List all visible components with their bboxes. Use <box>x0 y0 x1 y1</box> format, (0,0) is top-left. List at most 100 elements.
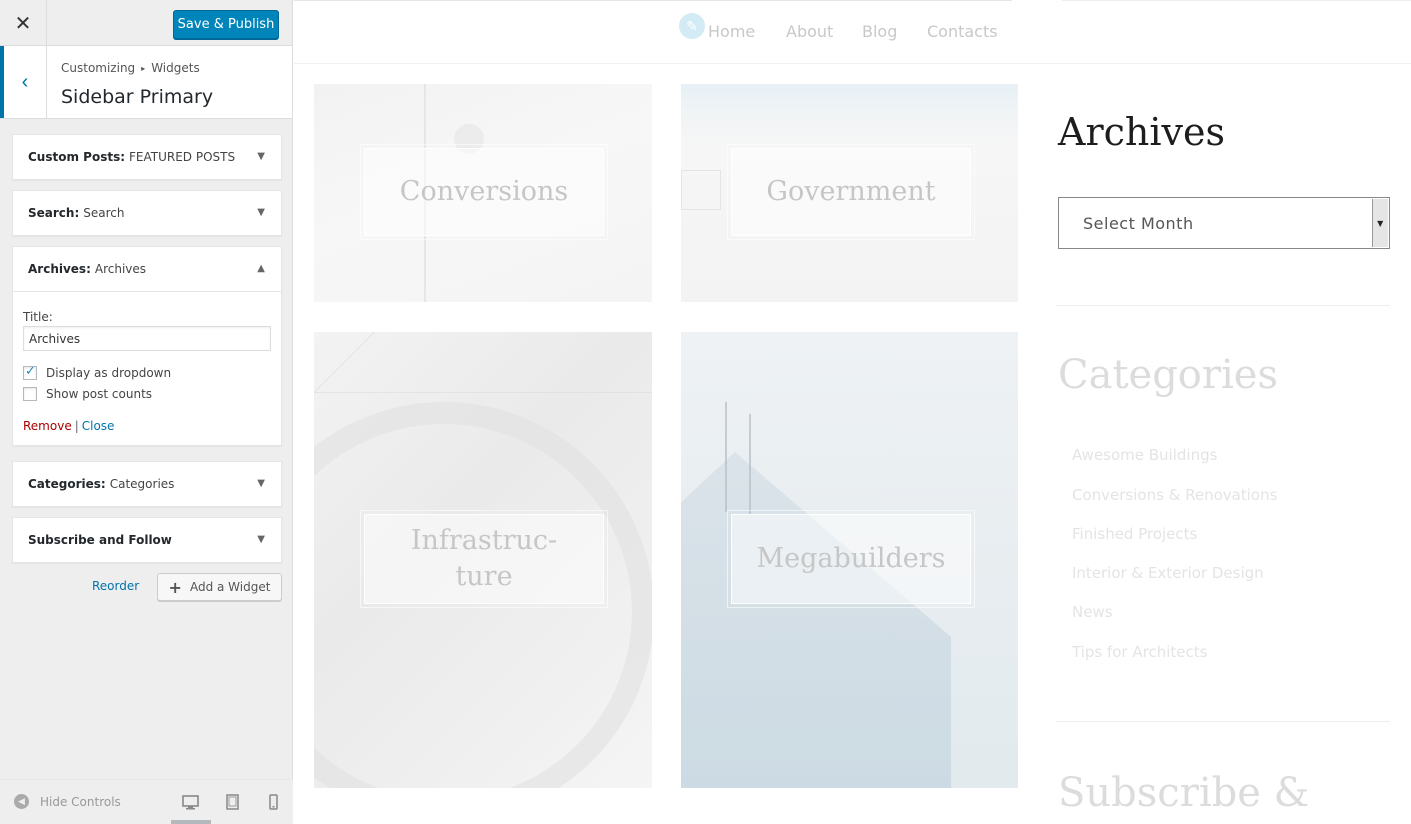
expand-arrow-icon[interactable]: ▼ <box>257 534 265 545</box>
widget-header[interactable]: Custom Posts: FEATURED POSTS ▼ <box>13 135 281 179</box>
category-link[interactable]: Awesome Buildings <box>1072 446 1217 464</box>
widget-categories: Categories: Categories ▼ <box>12 461 282 507</box>
dropdown-checkbox[interactable] <box>23 364 37 380</box>
archives-month-select[interactable]: Select Month ▼ <box>1058 197 1390 249</box>
remove-link[interactable]: Remove <box>23 419 72 433</box>
customizer-header: ✕ Save & Publish <box>0 0 292 46</box>
widget-subscribe-follow: Subscribe and Follow ▼ <box>12 517 282 563</box>
actions-separator: | <box>74 419 79 433</box>
tile-decoration <box>725 402 727 512</box>
nav-about[interactable]: About <box>786 22 833 41</box>
hide-controls-label: Hide Controls <box>40 794 121 809</box>
desktop-preview-icon[interactable] <box>181 793 199 811</box>
hide-controls-icon: ◀ <box>14 794 29 809</box>
widget-type: Search: <box>28 206 80 220</box>
widget-title: FEATURED POSTS <box>129 150 236 164</box>
tablet-preview-icon[interactable] <box>223 793 241 811</box>
widget-divider <box>1056 721 1390 722</box>
category-link[interactable]: News <box>1072 603 1113 621</box>
post-counts-label: Show post counts <box>46 387 153 401</box>
select-placeholder: Select Month <box>1083 213 1194 233</box>
widget-archives: Archives: Archives ▲ Title: Archives Dis… <box>12 246 282 446</box>
expand-arrow-icon[interactable]: ▼ <box>257 478 265 489</box>
add-widget-button[interactable]: + Add a Widget <box>157 573 282 601</box>
nav-blog[interactable]: Blog <box>862 22 897 41</box>
save-publish-button[interactable]: Save & Publish <box>173 10 279 39</box>
plus-icon: + <box>168 577 182 597</box>
widget-title: Categories <box>109 477 175 491</box>
category-link[interactable]: Conversions & Renovations <box>1072 486 1277 504</box>
category-tile-conversions[interactable]: Conversions <box>314 84 652 302</box>
mobile-preview-icon[interactable] <box>264 793 282 811</box>
nav-home[interactable]: Home <box>708 22 755 41</box>
tile-label-text: Megabuilders <box>756 543 946 574</box>
widget-header[interactable]: Categories: Categories ▼ <box>13 462 281 506</box>
category-tile-infrastructure[interactable]: Infrastruc- ture <box>314 332 652 788</box>
widget-title: Archives <box>94 262 147 276</box>
expand-arrow-icon[interactable]: ▼ <box>257 207 265 218</box>
widget-header[interactable]: Archives: Archives ▲ <box>13 247 281 291</box>
widget-type: Archives: <box>28 262 91 276</box>
dropdown-arrow-icon[interactable]: ▼ <box>1372 199 1388 247</box>
add-widget-label: Add a Widget <box>189 580 271 594</box>
dropdown-label: Display as dropdown <box>46 366 172 380</box>
post-counts-checkbox[interactable] <box>23 387 37 401</box>
breadcrumb-current: Widgets <box>151 61 200 75</box>
widget-search: Search: Search ▼ <box>12 190 282 236</box>
breadcrumb-root: Customizing <box>61 61 136 75</box>
widget-header[interactable]: Subscribe and Follow ▼ <box>13 518 281 562</box>
tile-decoration <box>314 392 652 393</box>
categories-widget-title: Categories <box>1058 352 1278 398</box>
tile-label-text: Government <box>766 176 936 207</box>
active-device-indicator <box>171 820 211 824</box>
tile-label-line: Infrastruc- <box>410 525 558 556</box>
tile-decoration <box>314 332 375 418</box>
site-preview: ✎ Home About Blog Contacts Conversions G… <box>294 0 1411 824</box>
widget-type: Categories: <box>28 477 106 491</box>
widget-header[interactable]: Search: Search ▼ <box>13 191 281 235</box>
customizer-footer: ◀ Hide Controls <box>0 779 293 824</box>
edit-pencil-icon[interactable]: ✎ <box>677 11 707 41</box>
tile-label: Conversions <box>360 144 608 240</box>
post-counts-option: Show post counts <box>23 387 271 401</box>
dropdown-option: Display as dropdown <box>23 364 271 380</box>
category-link[interactable]: Finished Projects <box>1072 525 1197 543</box>
reorder-link[interactable]: Reorder <box>92 579 139 593</box>
tile-label: Infrastruc- ture <box>360 510 608 608</box>
site-nav: ✎ Home About Blog Contacts <box>294 0 1411 64</box>
nav-top-border <box>1062 0 1411 1</box>
hide-controls-button[interactable]: ◀ Hide Controls <box>14 794 121 809</box>
tile-label-line: ture <box>455 561 513 592</box>
title-input[interactable]: Archives <box>23 326 271 351</box>
expand-arrow-icon[interactable]: ▼ <box>257 151 265 162</box>
archives-widget-title: Archives <box>1058 110 1225 154</box>
widget-custom-posts: Custom Posts: FEATURED POSTS ▼ <box>12 134 282 180</box>
widget-type: Subscribe and Follow <box>28 533 172 547</box>
customizer-controls: ✕ Save & Publish ‹ Customizing ▸ Widgets S… <box>0 0 293 824</box>
close-link[interactable]: Close <box>82 419 115 433</box>
collapse-arrow-icon[interactable]: ▲ <box>257 263 265 274</box>
back-icon[interactable]: ‹ <box>0 46 47 118</box>
category-tile-government[interactable]: Government <box>681 84 1018 302</box>
tile-decoration <box>749 414 751 514</box>
category-link[interactable]: Interior & Exterior Design <box>1072 564 1264 582</box>
tile-decoration <box>681 170 721 210</box>
nav-top-border <box>294 0 1012 1</box>
tile-label-text: Conversions <box>399 176 569 207</box>
subscribe-widget-title: Subscribe & <box>1058 770 1310 816</box>
close-icon[interactable]: ✕ <box>0 0 47 46</box>
category-tile-megabuilders[interactable]: Megabuilders <box>681 332 1018 788</box>
widget-type: Custom Posts: <box>28 150 126 164</box>
widget-divider <box>1056 305 1390 306</box>
title-label: Title: <box>23 310 53 324</box>
breadcrumb-separator-icon: ▸ <box>141 64 146 73</box>
widget-title: Search <box>83 206 125 220</box>
category-link[interactable]: Tips for Architects <box>1072 643 1207 661</box>
section-header: ‹ Customizing ▸ Widgets Sidebar Primary <box>0 46 292 119</box>
widget-actions: Remove | Close <box>23 419 271 433</box>
tile-label: Megabuilders <box>727 510 975 608</box>
tile-decoration <box>681 452 951 788</box>
nav-contacts[interactable]: Contacts <box>927 22 998 41</box>
widget-form: Title: Archives Display as dropdown Show… <box>13 291 281 445</box>
section-title: Sidebar Primary <box>61 86 214 108</box>
